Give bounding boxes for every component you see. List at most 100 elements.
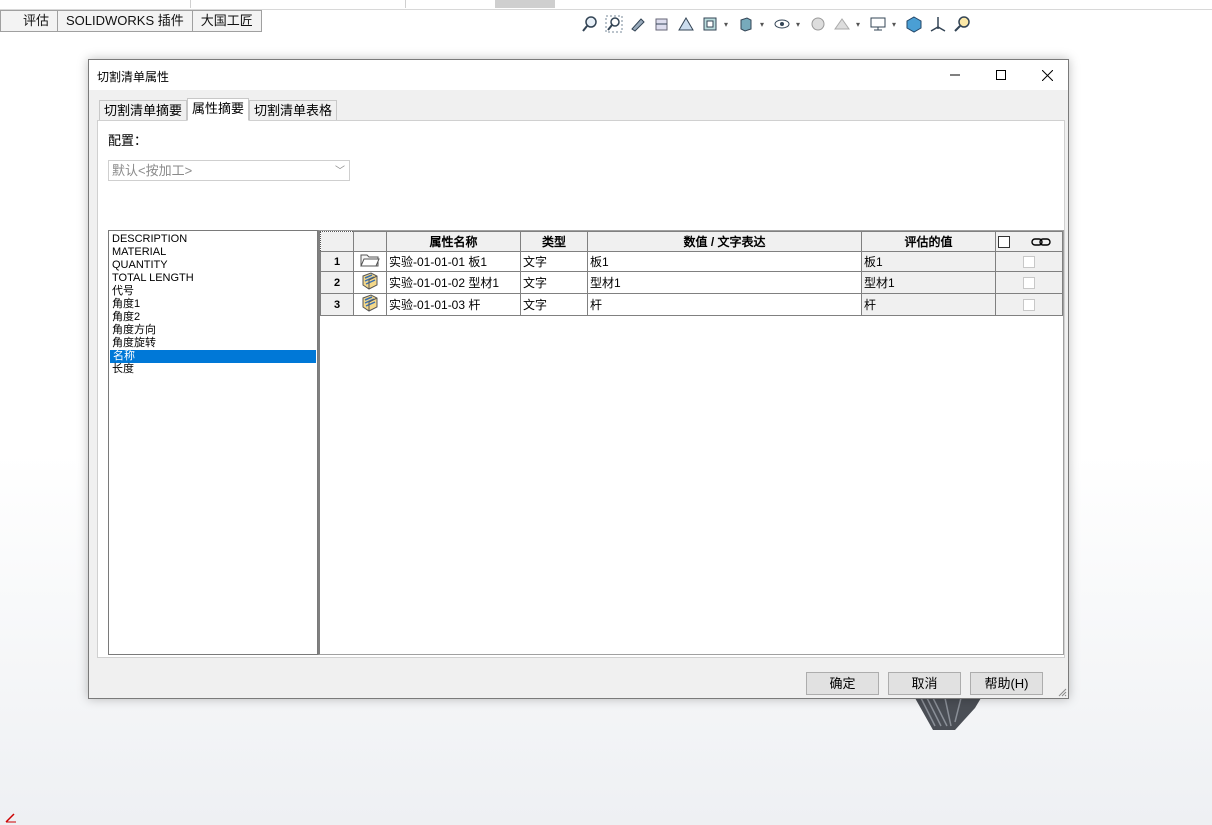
help-button[interactable]: 帮助(H) [970, 672, 1043, 695]
list-item[interactable]: 角度2 [109, 311, 317, 324]
display-style-icon[interactable] [736, 14, 756, 34]
coordinate-triad-icon [5, 813, 16, 823]
tab-cutlist-summary[interactable]: 切割清单摘要 [99, 100, 188, 121]
command-manager-tabs: 评估 SOLIDWORKS 插件 大国工匠 [0, 10, 262, 33]
apply-scene-icon[interactable] [832, 14, 852, 34]
resize-grip-icon[interactable] [1057, 687, 1067, 697]
cutlist-properties-dialog: 切割清单属性 切割清单摘要 属性摘要 切割清单表格 配置： 默认<按加工> ﹀ … [88, 59, 1069, 699]
icon-header [353, 231, 387, 252]
link-checkbox[interactable] [1023, 299, 1035, 312]
property-list[interactable]: DESCRIPTION MATERIAL QUANTITY TOTAL LENG… [108, 230, 318, 655]
previous-view-icon[interactable] [628, 14, 648, 34]
header-evaluated-value[interactable]: 评估的值 [861, 231, 996, 252]
model-part-fragment [915, 698, 981, 730]
property-name-cell[interactable]: 实验-01-01-02 型材1 [386, 271, 521, 294]
value-cell[interactable]: 板1 [587, 251, 862, 272]
ok-button[interactable]: 确定 [806, 672, 879, 695]
value-cell[interactable]: 杆 [587, 293, 862, 316]
table-row[interactable]: 3 实验-01-01-03 杆 文字 杆 杆 [320, 293, 1063, 316]
property-name-cell[interactable]: 实验-01-01-01 板1 [386, 251, 521, 272]
value-cell[interactable]: 型材1 [587, 271, 862, 294]
dynamic-annotation-icon[interactable] [676, 14, 696, 34]
toolbar-separator [405, 0, 406, 8]
chevron-down-icon[interactable]: ▾ [724, 20, 732, 29]
list-item[interactable]: DESCRIPTION [109, 233, 317, 246]
table-header-row: 属性名称 类型 数值 / 文字表达 评估的值 [320, 231, 1063, 252]
list-item-selected[interactable]: 名称 [110, 350, 316, 363]
link-checkbox[interactable] [1023, 277, 1035, 290]
cancel-button[interactable]: 取消 [888, 672, 961, 695]
chevron-down-icon[interactable]: ▾ [856, 20, 864, 29]
edit-appearance-icon[interactable] [808, 14, 828, 34]
link-icon[interactable] [1031, 236, 1052, 248]
row-number[interactable]: 3 [320, 293, 354, 316]
chevron-down-icon[interactable]: ▾ [892, 20, 900, 29]
list-item[interactable]: 角度1 [109, 298, 317, 311]
command-manager-strip [0, 0, 1212, 10]
list-item[interactable]: MATERIAL [109, 246, 317, 259]
section-view-icon[interactable] [652, 14, 672, 34]
heads-up-toolbar: ▾ ▾ ▾ ▾ ▾ [580, 14, 972, 34]
header-property-name[interactable]: 属性名称 [386, 231, 521, 252]
hide-show-icon[interactable] [772, 14, 792, 34]
minimize-button[interactable] [932, 60, 978, 90]
view-orientation-icon[interactable] [700, 14, 720, 34]
config-label: 配置： [108, 133, 148, 148]
property-name-cell[interactable]: 实验-01-01-03 杆 [386, 293, 521, 316]
list-item[interactable]: TOTAL LENGTH [109, 272, 317, 285]
close-icon [1041, 69, 1053, 81]
minimize-icon [950, 74, 960, 76]
chevron-down-icon: ﹀ [335, 166, 345, 177]
config-select-value: 默认<按加工> [112, 163, 193, 178]
toolbar-separator [190, 0, 191, 8]
list-item[interactable]: QUANTITY [109, 259, 317, 272]
view-settings-icon[interactable] [868, 14, 888, 34]
evaluated-value-cell: 型材1 [861, 271, 996, 294]
toolbar-active-block [495, 0, 555, 8]
list-item[interactable]: 角度方向 [109, 324, 317, 337]
maximize-icon [996, 70, 1006, 80]
row-number[interactable]: 1 [320, 251, 354, 272]
dialog-title: 切割清单属性 [97, 70, 170, 84]
apply-align-icon[interactable] [928, 14, 948, 34]
chevron-down-icon[interactable]: ▾ [760, 20, 768, 29]
table-row[interactable]: 2 实验-01-01-02 型材1 文字 型材1 型材1 [320, 271, 1063, 294]
tab-property-summary[interactable]: 属性摘要 [187, 98, 250, 121]
zoom-to-area-icon[interactable] [604, 14, 624, 34]
tab-cutlist-table[interactable]: 切割清单表格 [249, 100, 338, 121]
row-icon-cell [353, 293, 387, 316]
link-checkbox-cell [995, 271, 1063, 294]
link-checkbox-cell [995, 251, 1063, 272]
property-grid: 属性名称 类型 数值 / 文字表达 评估的值 1 实验-01-01-01 板1 [318, 230, 1064, 655]
folder-icon [360, 254, 380, 267]
close-button[interactable] [1024, 60, 1070, 90]
list-item[interactable]: 角度旋转 [109, 337, 317, 350]
evaluated-value-cell: 板1 [861, 251, 996, 272]
weldment-body-icon [362, 272, 378, 290]
header-link-column [995, 231, 1063, 252]
corner-cell[interactable] [320, 231, 354, 252]
maximize-button[interactable] [978, 60, 1024, 90]
type-cell[interactable]: 文字 [520, 271, 588, 294]
header-type[interactable]: 类型 [520, 231, 588, 252]
link-checkbox-cell [995, 293, 1063, 316]
type-cell[interactable]: 文字 [520, 293, 588, 316]
zoom-to-fit-icon[interactable] [580, 14, 600, 34]
chevron-down-icon[interactable]: ▾ [796, 20, 804, 29]
list-item[interactable]: 代号 [109, 285, 317, 298]
property-summary-panel: 配置： 默认<按加工> ﹀ DESCRIPTION MATERIAL QUANT… [97, 120, 1065, 658]
type-cell[interactable]: 文字 [520, 251, 588, 272]
table-row[interactable]: 1 实验-01-01-01 板1 文字 板1 板1 [320, 251, 1063, 272]
cm-tab-daguo-gongjiang[interactable]: 大国工匠 [192, 10, 262, 32]
select-all-checkbox[interactable] [998, 236, 1010, 249]
row-number[interactable]: 2 [320, 271, 354, 294]
config-select[interactable]: 默认<按加工> ﹀ [108, 160, 350, 181]
list-item[interactable]: 长度 [109, 363, 317, 376]
zoom-tool-icon[interactable] [952, 14, 972, 34]
weldment-body-icon [362, 294, 378, 312]
cm-tab-evaluate[interactable]: 评估 [0, 10, 59, 32]
link-checkbox[interactable] [1023, 256, 1035, 269]
3d-view-icon[interactable] [904, 14, 924, 34]
header-value-expression[interactable]: 数值 / 文字表达 [587, 231, 862, 252]
cm-tab-solidworks-addins[interactable]: SOLIDWORKS 插件 [58, 10, 193, 32]
